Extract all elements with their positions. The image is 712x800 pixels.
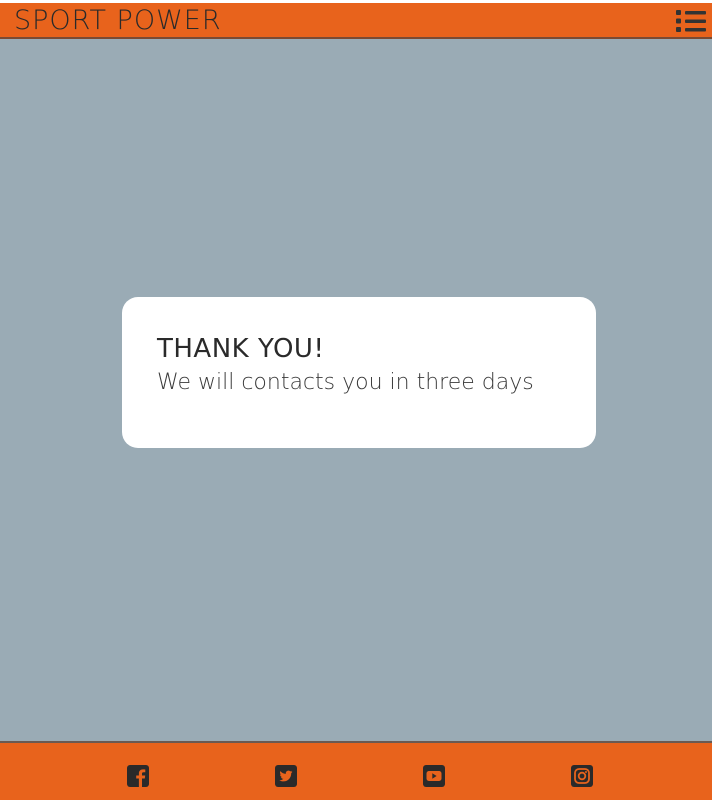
facebook-square-icon — [127, 765, 149, 787]
site-header: SPORT POWER — [0, 3, 712, 39]
modal-message: We will contacts you in three days — [157, 370, 534, 395]
youtube-link[interactable] — [423, 765, 445, 787]
main-content: THANK YOU! We will contacts you in three… — [0, 39, 712, 741]
twitter-link[interactable] — [275, 765, 297, 787]
thank-you-modal: THANK YOU! We will contacts you in three… — [122, 297, 596, 448]
brand-logo[interactable]: SPORT POWER — [14, 5, 222, 37]
instagram-link[interactable] — [571, 765, 593, 787]
site-footer — [0, 741, 712, 800]
youtube-square-icon — [423, 765, 445, 787]
facebook-link[interactable] — [127, 765, 149, 787]
list-icon — [676, 10, 706, 32]
modal-title: THANK YOU! — [157, 334, 325, 364]
instagram-square-icon — [571, 765, 593, 787]
menu-button[interactable] — [676, 7, 706, 35]
twitter-square-icon — [275, 765, 297, 787]
page: SPORT POWER THANK YOU! We will contacts … — [0, 0, 712, 800]
